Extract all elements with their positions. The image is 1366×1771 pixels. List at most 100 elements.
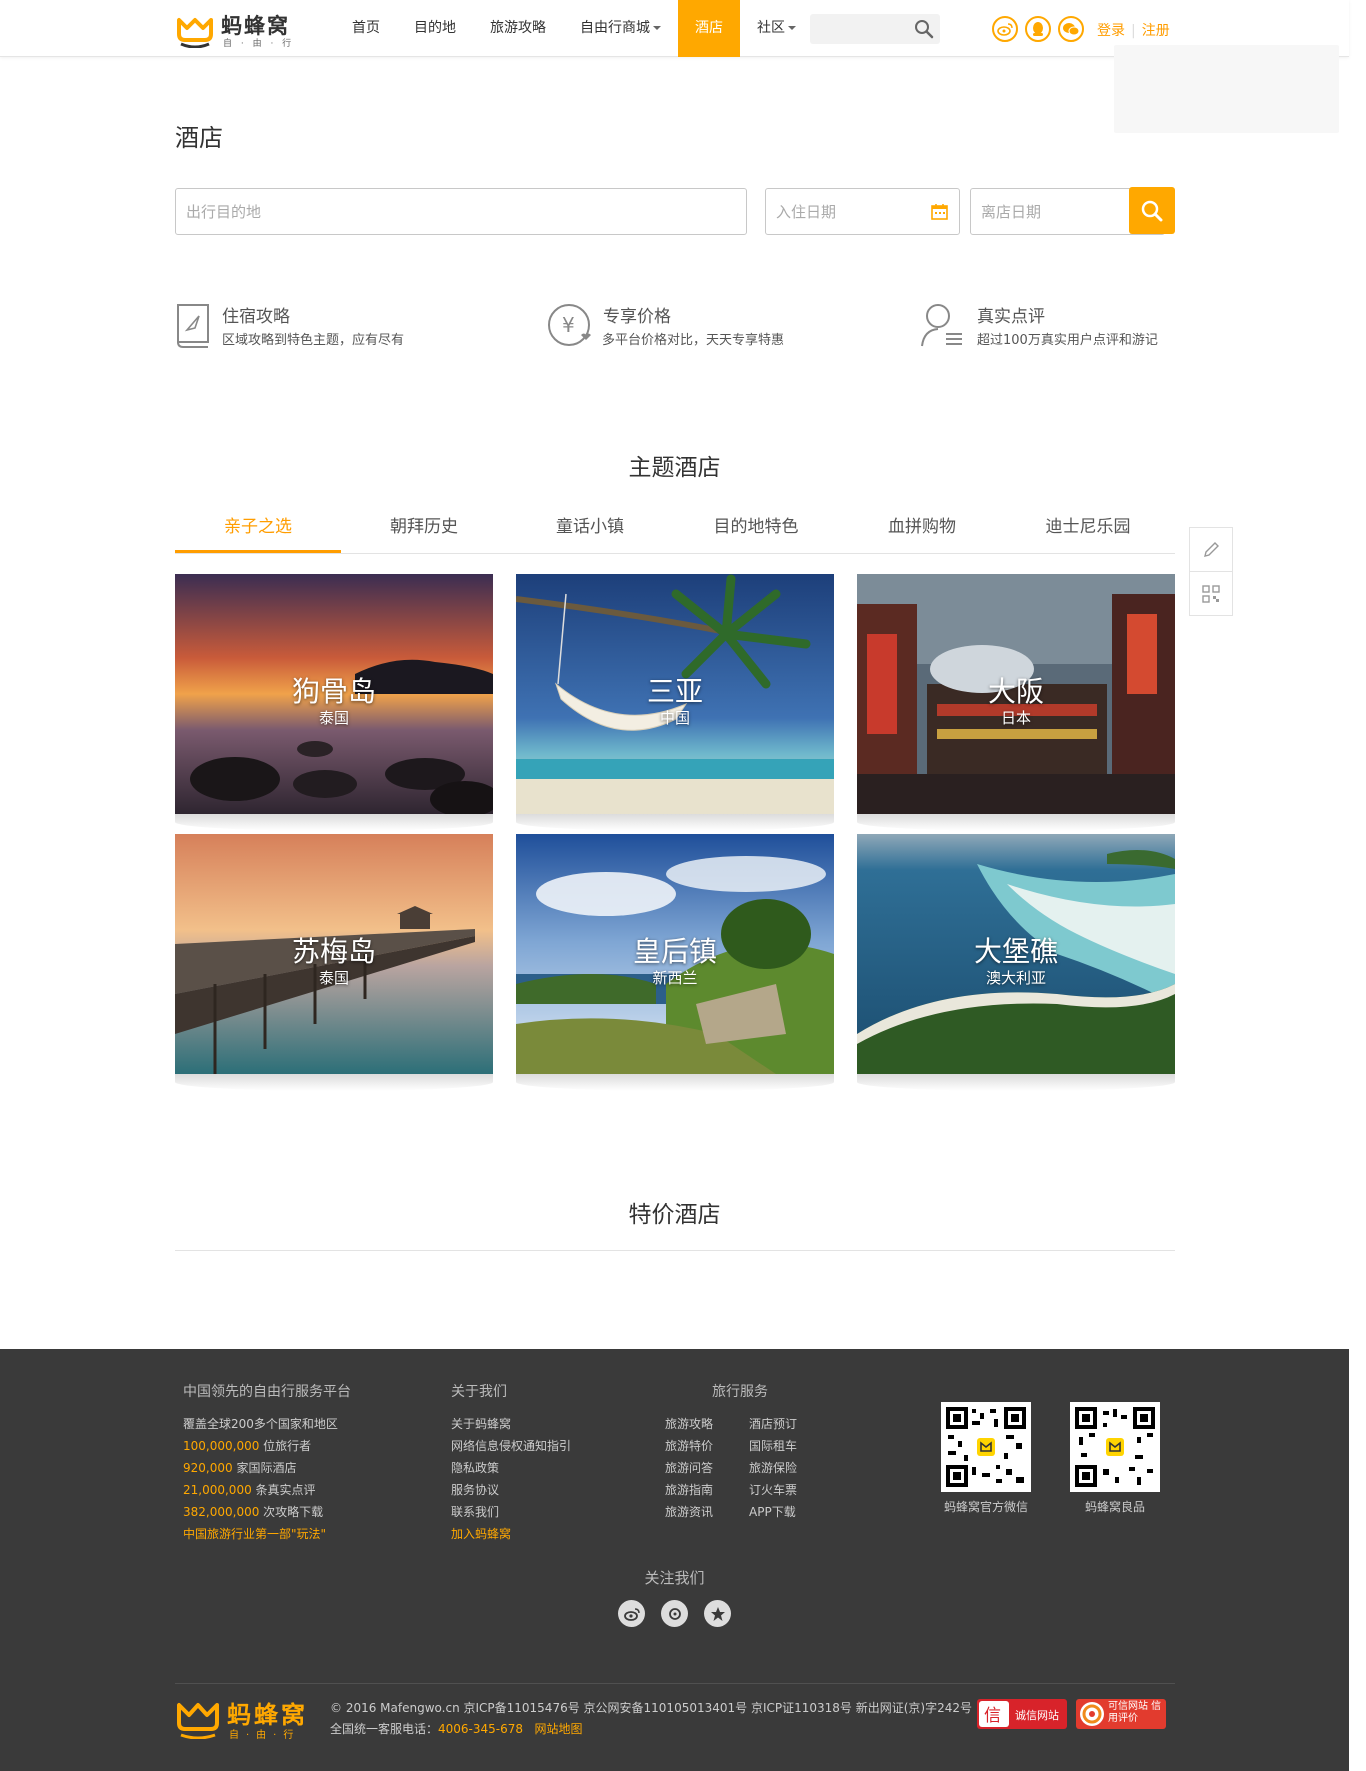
destination-card[interactable]: 大阪 日本 xyxy=(857,574,1175,814)
footer-link[interactable]: 服务协议 xyxy=(451,1479,571,1501)
footer-logo[interactable]: 蚂蜂窝 自·由·行 xyxy=(175,1697,305,1743)
destination-card[interactable]: 皇后镇 新西兰 xyxy=(516,834,834,1074)
qr-caption: 蚂蜂窝良品 xyxy=(1084,1500,1145,1514)
page-title: 酒店 xyxy=(175,124,223,152)
footer-stat-number: 100,000,000 xyxy=(183,1439,260,1453)
search-icon[interactable] xyxy=(914,19,934,39)
nav-mall[interactable]: 自由行商城 xyxy=(563,0,678,57)
header-search-input[interactable] xyxy=(810,14,910,44)
star-icon[interactable] xyxy=(704,1600,731,1627)
feedback-button[interactable] xyxy=(1190,528,1232,572)
destination-card[interactable]: 苏梅岛 泰国 xyxy=(175,834,493,1074)
destination-name: 皇后镇 xyxy=(632,935,717,968)
footer-link[interactable]: 隐私政策 xyxy=(451,1457,571,1479)
nav-guides[interactable]: 旅游攻略 xyxy=(473,0,563,57)
weibo-icon[interactable] xyxy=(618,1600,645,1627)
hotline-number: 4006-345-678 xyxy=(438,1722,524,1736)
footer-logo-subtext: 自·由·行 xyxy=(229,1730,301,1741)
destination-input[interactable] xyxy=(176,189,746,234)
nav-hotels[interactable]: 酒店 xyxy=(678,0,740,57)
header-search xyxy=(810,14,940,44)
footer-stat-text: 家国际酒店 xyxy=(236,1461,297,1475)
nav-guides-label: 旅游攻略 xyxy=(490,20,546,36)
nav-home[interactable]: 首页 xyxy=(335,0,397,57)
destination-field xyxy=(175,188,747,235)
destination-name: 狗骨岛 xyxy=(291,675,376,708)
tab-history[interactable]: 朝拜历史 xyxy=(341,504,507,553)
nav-destinations[interactable]: 目的地 xyxy=(397,0,473,57)
qrcode-icon xyxy=(1202,585,1220,603)
trust-badge-integrity[interactable]: 信 诚信网站 xyxy=(977,1699,1067,1729)
user-review-icon xyxy=(921,304,962,347)
footer-highlight-link[interactable]: 中国旅游行业第一部"玩法" xyxy=(183,1523,351,1545)
card-shadow xyxy=(175,1073,493,1091)
footer-service-links: 旅游攻略 旅游特价 旅游问答 旅游指南 旅游资讯 酒店预订 国际租车 旅游保险 … xyxy=(665,1413,815,1523)
nav-community-label: 社区 xyxy=(757,20,785,36)
footer-link[interactable]: 关于蚂蜂窝 xyxy=(451,1413,571,1435)
footer-link[interactable]: 订火车票 xyxy=(749,1479,797,1501)
trust-badge-credit[interactable]: 可信网站 信用评价 xyxy=(1076,1699,1166,1729)
footer-link[interactable]: 旅游资讯 xyxy=(665,1501,713,1523)
footer-link[interactable]: 酒店预订 xyxy=(749,1413,797,1435)
notification-popup xyxy=(1114,45,1339,133)
nav-community[interactable]: 社区 xyxy=(740,0,813,57)
main-nav: 首页 目的地 旅游攻略 自由行商城 酒店 社区 xyxy=(335,0,813,57)
sitemap-link[interactable]: 网站地图 xyxy=(534,1722,582,1736)
destination-country: 澳大利亚 xyxy=(985,969,1046,987)
guide-book-icon xyxy=(177,304,209,348)
feature-desc: 多平台价格对比，天天专享特惠 xyxy=(602,333,785,348)
tab-disneyland[interactable]: 迪士尼乐园 xyxy=(1005,504,1171,553)
footer-link[interactable]: APP下载 xyxy=(749,1501,797,1523)
qrcode-image xyxy=(941,1402,1031,1492)
destination-card[interactable]: 大堡礁 澳大利亚 xyxy=(857,834,1175,1074)
register-link[interactable]: 注册 xyxy=(1142,23,1170,39)
hotel-search-button[interactable] xyxy=(1129,187,1175,234)
destination-name: 大堡礁 xyxy=(973,935,1058,968)
footer-link[interactable]: 网络信息侵权通知指引 xyxy=(451,1435,571,1457)
footer-service-col: 旅游攻略 旅游特价 旅游问答 旅游指南 旅游资讯 xyxy=(665,1413,713,1523)
feature-title: 住宿攻略 xyxy=(222,307,290,327)
qrcode-button[interactable] xyxy=(1190,572,1232,616)
join-us-link[interactable]: 加入蚂蜂窝 xyxy=(451,1523,571,1545)
destination-card[interactable]: 三亚 中国 xyxy=(516,574,834,814)
login-link[interactable]: 登录 xyxy=(1097,23,1125,39)
destination-card[interactable]: 狗骨岛 泰国 xyxy=(175,574,493,814)
side-toolbar xyxy=(1189,527,1233,616)
feature-guide: 住宿攻略 区域攻略到特色主题，应有尽有 xyxy=(175,300,475,350)
footer-link[interactable]: 旅游保险 xyxy=(749,1457,797,1479)
footer-link[interactable]: 旅游攻略 xyxy=(665,1413,713,1435)
tab-fairytale-town[interactable]: 童话小镇 xyxy=(507,504,673,553)
wechat-icon[interactable] xyxy=(1058,16,1084,42)
yuan-price-icon: ¥ xyxy=(548,304,591,346)
auth-links: 登录 | 注册 xyxy=(1097,20,1170,40)
footer-link[interactable]: 旅游特价 xyxy=(665,1435,713,1457)
tab-destination-special[interactable]: 目的地特色 xyxy=(673,504,839,553)
footer-link[interactable]: 联系我们 xyxy=(451,1501,571,1523)
destination-name: 大阪 xyxy=(987,675,1044,708)
logo-mark-icon xyxy=(177,1703,219,1740)
qq-icon[interactable] xyxy=(1025,16,1051,42)
footer-heading: 关于我们 xyxy=(451,1384,507,1400)
logo-subtext: 自 · 由 · 行 xyxy=(223,39,295,49)
weibo-icon[interactable] xyxy=(992,16,1018,42)
footer-link[interactable]: 旅游指南 xyxy=(665,1479,713,1501)
feature-review: 真实点评 超过100万真实用户点评和游记 xyxy=(920,300,1220,350)
footer-link[interactable]: 国际租车 xyxy=(749,1435,797,1457)
card-shadow xyxy=(857,813,1175,831)
search-icon xyxy=(1141,200,1163,221)
feature-desc: 区域攻略到特色主题，应有尽有 xyxy=(222,333,405,348)
footer-stat-number: 920,000 xyxy=(183,1461,233,1475)
svg-text:信: 信 xyxy=(984,1706,1001,1726)
calendar-icon[interactable] xyxy=(931,203,948,220)
tab-shopping[interactable]: 血拼购物 xyxy=(839,504,1005,553)
footer-copyright: © 2016 Mafengwo.cn 京ICP备11015476号 京公网安备1… xyxy=(330,1698,972,1740)
hotline-label: 全国统一客服电话： xyxy=(330,1722,439,1736)
footer-social-links xyxy=(618,1600,731,1627)
card-shadow xyxy=(857,1073,1175,1091)
footer-stat: 覆盖全球200多个国家和地区 xyxy=(183,1413,351,1435)
mafengwo-logo[interactable]: 蚂蜂窝 自 · 由 · 行 xyxy=(175,10,300,49)
tab-family[interactable]: 亲子之选 xyxy=(175,504,341,553)
douban-icon[interactable] xyxy=(661,1600,688,1627)
footer-link[interactable]: 旅游问答 xyxy=(665,1457,713,1479)
copyright-text: © 2016 Mafengwo.cn 京ICP备11015476号 京公网安备1… xyxy=(330,1701,973,1715)
